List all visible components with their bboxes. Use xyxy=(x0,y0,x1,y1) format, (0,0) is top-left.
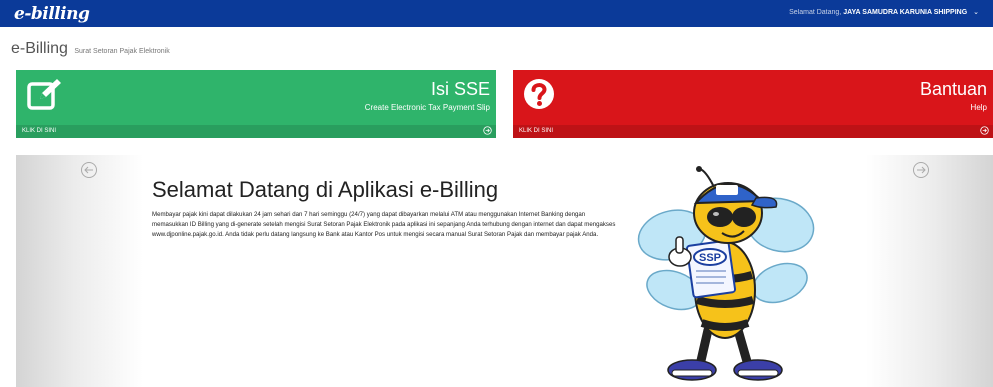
tile-footer[interactable]: KLIK DI SINI xyxy=(513,125,993,138)
tile-title: Bantuan xyxy=(919,79,987,99)
page-subtitle: Surat Setoran Pajak Elektronik xyxy=(74,48,170,55)
page-title: e-Billing Surat Setoran Pajak Elektronik xyxy=(11,40,170,58)
welcome-label: Selamat Datang, xyxy=(789,9,842,16)
welcome-carousel: Selamat Datang di Aplikasi e-Billing Mem… xyxy=(16,155,993,387)
tile-subtitle: Create Electronic Tax Payment Slip xyxy=(364,103,490,112)
user-menu[interactable]: Selamat Datang, JAYA SAMUDRA KARUNIA SHI… xyxy=(789,8,979,16)
ssp-document-label: SSP xyxy=(699,252,721,264)
arrow-circle-right-icon[interactable] xyxy=(980,126,989,135)
tile-subtitle: Help xyxy=(970,103,987,112)
isi-sse-tile[interactable]: Isi SSE Create Electronic Tax Payment Sl… xyxy=(16,70,496,138)
hero-body: Membayar pajak kini dapat dilakukan 24 j… xyxy=(152,211,616,238)
page-title-text: e-Billing xyxy=(11,40,68,57)
tile-cta[interactable]: KLIK DI SINI xyxy=(519,128,553,134)
company-name: JAYA SAMUDRA KARUNIA SHIPPING xyxy=(843,9,968,16)
tile-cta[interactable]: KLIK DI SINI xyxy=(22,128,56,134)
carousel-next-icon[interactable] xyxy=(912,161,930,179)
ebilling-logo[interactable]: e-billing xyxy=(14,4,90,24)
hero-title: Selamat Datang di Aplikasi e-Billing xyxy=(152,177,499,202)
edit-icon xyxy=(27,79,61,110)
arrow-circle-right-icon[interactable] xyxy=(483,126,492,135)
bantuan-tile[interactable]: Bantuan Help KLIK DI SINI xyxy=(513,70,993,138)
tile-title: Isi SSE xyxy=(430,79,490,99)
chevron-down-icon[interactable]: ⌄ xyxy=(973,8,979,16)
carousel-prev-icon[interactable] xyxy=(80,161,98,179)
top-navbar: e-billing Selamat Datang, JAYA SAMUDRA K… xyxy=(0,0,993,27)
tile-footer[interactable]: KLIK DI SINI xyxy=(16,125,496,138)
question-icon xyxy=(524,79,554,109)
bee-mascot-illustration: SSP xyxy=(637,166,815,381)
